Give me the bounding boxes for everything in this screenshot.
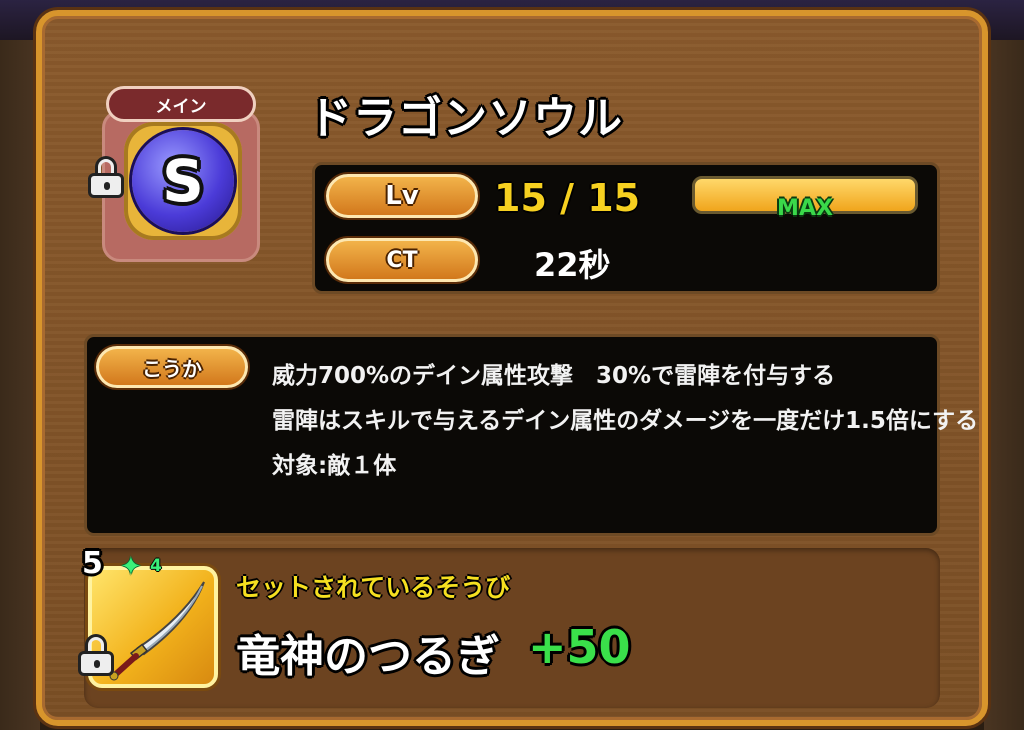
equipment-rank: 5 — [82, 546, 103, 581]
level-value: 15 / 15 — [494, 176, 641, 220]
skill-orb-letter: S — [162, 147, 204, 215]
sword-icon — [109, 581, 205, 681]
gem-count: 4 — [150, 556, 162, 576]
main-tag: メイン — [106, 86, 256, 122]
skill-name: ドラゴンソウル — [308, 93, 623, 144]
equipment-section-label: セットされているそうび — [236, 573, 511, 602]
background-left — [0, 40, 40, 730]
equipment-name: 竜神のつるぎ — [236, 631, 500, 682]
effect-line-3: 対象:敵１体 — [272, 453, 397, 479]
effect-label: こうか — [96, 346, 248, 388]
effect-line-2: 雷陣はスキルで与えるデイン属性のダメージを一度だけ1.5倍にする — [272, 408, 979, 434]
level-max-label: MAX — [777, 196, 833, 221]
cooldown-label: CT — [326, 238, 478, 282]
lock-icon[interactable] — [76, 634, 116, 676]
level-label: Lv — [326, 174, 478, 218]
equipment-plus-value: +50 — [528, 620, 631, 674]
effect-line-1: 威力700%のデイン属性攻撃 30%で雷陣を付与する — [272, 363, 836, 389]
cooldown-value: 22秒 — [534, 246, 611, 284]
background-right — [984, 40, 1024, 730]
gem-icon: ✦ — [120, 552, 142, 582]
lock-icon[interactable] — [86, 156, 126, 198]
